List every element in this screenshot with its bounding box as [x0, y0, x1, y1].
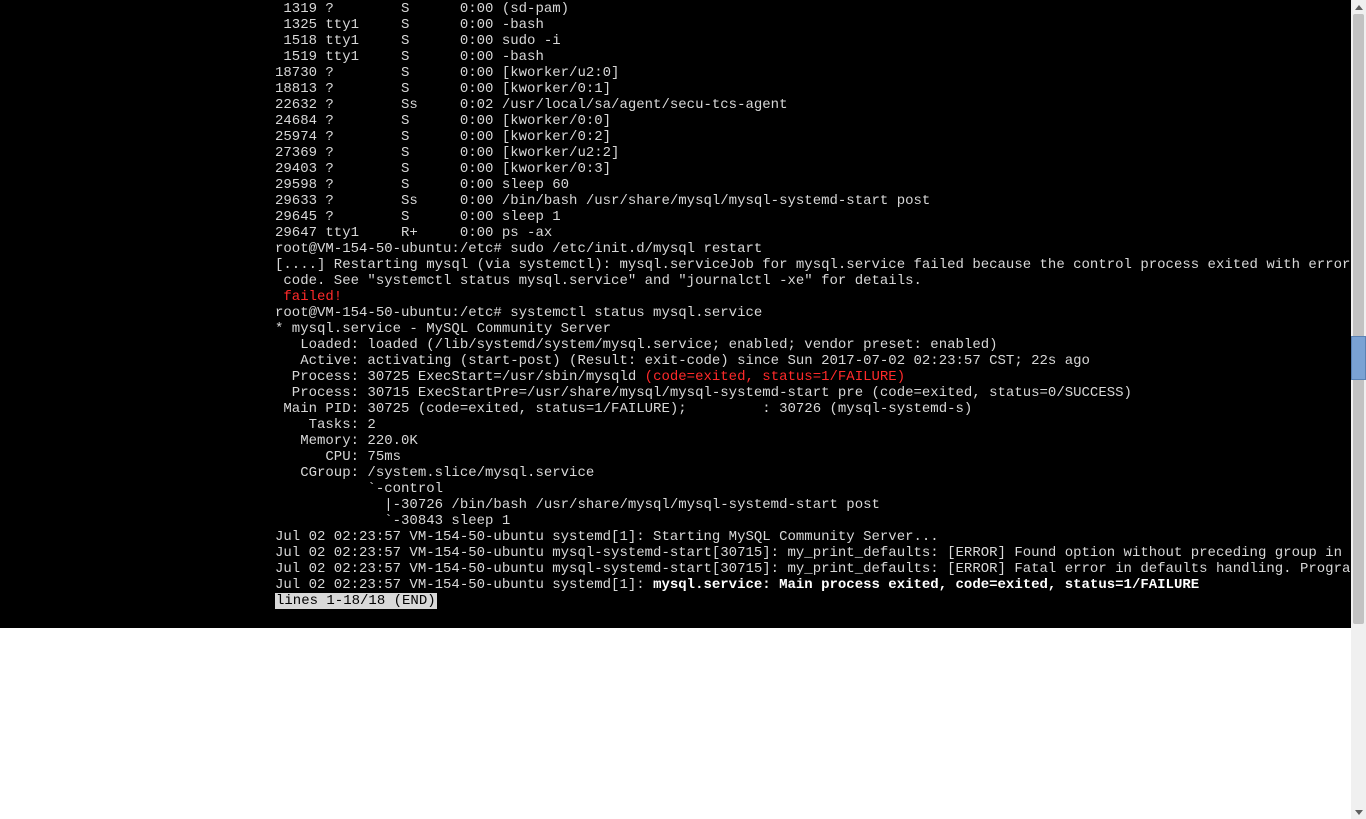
terminal-line: 29645 ? S 0:00 sleep 1	[275, 209, 1351, 225]
terminal-line: |-30726 /bin/bash /usr/share/mysql/mysql…	[275, 497, 1351, 513]
terminal-line: failed!	[275, 289, 1351, 305]
terminal-line: [....] Restarting mysql (via systemctl):…	[275, 257, 1351, 273]
scroll-up-button[interactable]	[1351, 0, 1366, 14]
terminal-line: * mysql.service - MySQL Community Server	[275, 321, 1351, 337]
terminal-output[interactable]: 1319 ? S 0:00 (sd-pam) 1325 tty1 S 0:00 …	[0, 0, 1351, 628]
pager-status: lines 1-18/18 (END)	[275, 593, 437, 609]
ime-indicator[interactable]	[1351, 336, 1366, 380]
terminal-line: 29633 ? Ss 0:00 /bin/bash /usr/share/mys…	[275, 193, 1351, 209]
terminal-line: root@VM-154-50-ubuntu:/etc# systemctl st…	[275, 305, 1351, 321]
terminal-line: 24684 ? S 0:00 [kworker/0:0]	[275, 113, 1351, 129]
terminal-line: `-30843 sleep 1	[275, 513, 1351, 529]
terminal-line: 18813 ? S 0:00 [kworker/0:1]	[275, 81, 1351, 97]
terminal-line: 1519 tty1 S 0:00 -bash	[275, 49, 1351, 65]
terminal-line: 27369 ? S 0:00 [kworker/u2:2]	[275, 145, 1351, 161]
terminal-line: Jul 02 02:23:57 VM-154-50-ubuntu systemd…	[275, 577, 1351, 593]
terminal-line: root@VM-154-50-ubuntu:/etc# sudo /etc/in…	[275, 241, 1351, 257]
chevron-down-icon	[1355, 810, 1363, 815]
terminal-line: Main PID: 30725 (code=exited, status=1/F…	[275, 401, 1351, 417]
terminal-line: Loaded: loaded (/lib/systemd/system/mysq…	[275, 337, 1351, 353]
terminal-line: CPU: 75ms	[275, 449, 1351, 465]
terminal-line: 1518 tty1 S 0:00 sudo -i	[275, 33, 1351, 49]
terminal-line: Tasks: 2	[275, 417, 1351, 433]
terminal-line: Jul 02 02:23:57 VM-154-50-ubuntu mysql-s…	[275, 545, 1351, 561]
terminal-line: 1319 ? S 0:00 (sd-pam)	[275, 1, 1351, 17]
terminal-line: code. See "systemctl status mysql.servic…	[275, 273, 1351, 289]
terminal-line: 22632 ? Ss 0:02 /usr/local/sa/agent/secu…	[275, 97, 1351, 113]
page-viewport: 1319 ? S 0:00 (sd-pam) 1325 tty1 S 0:00 …	[0, 0, 1366, 819]
terminal-line: Process: 30715 ExecStartPre=/usr/share/m…	[275, 385, 1351, 401]
terminal-line: 1325 tty1 S 0:00 -bash	[275, 17, 1351, 33]
terminal-line: 29647 tty1 R+ 0:00 ps -ax	[275, 225, 1351, 241]
vertical-scrollbar[interactable]	[1351, 0, 1366, 819]
terminal-line: Active: activating (start-post) (Result:…	[275, 353, 1351, 369]
terminal-line: 25974 ? S 0:00 [kworker/0:2]	[275, 129, 1351, 145]
terminal-line: Jul 02 02:23:57 VM-154-50-ubuntu systemd…	[275, 529, 1351, 545]
scroll-down-button[interactable]	[1351, 805, 1366, 819]
terminal-line: lines 1-18/18 (END)	[275, 593, 1351, 609]
terminal-line: Process: 30725 ExecStart=/usr/sbin/mysql…	[275, 369, 1351, 385]
terminal-line: 18730 ? S 0:00 [kworker/u2:0]	[275, 65, 1351, 81]
terminal-line: 29598 ? S 0:00 sleep 60	[275, 177, 1351, 193]
terminal-line: Memory: 220.0K	[275, 433, 1351, 449]
chevron-up-icon	[1355, 5, 1363, 10]
terminal-line: 29403 ? S 0:00 [kworker/0:3]	[275, 161, 1351, 177]
terminal-line: `-control	[275, 481, 1351, 497]
terminal-line: CGroup: /system.slice/mysql.service	[275, 465, 1351, 481]
scrollbar-thumb[interactable]	[1353, 14, 1364, 624]
terminal-line: Jul 02 02:23:57 VM-154-50-ubuntu mysql-s…	[275, 561, 1351, 577]
